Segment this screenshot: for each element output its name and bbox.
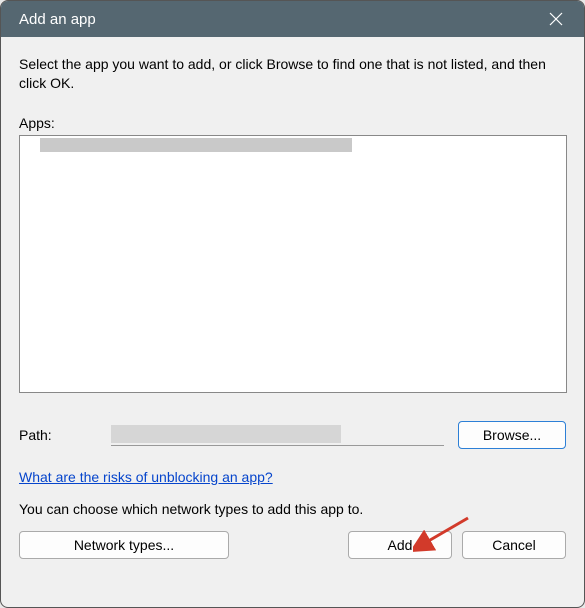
network-types-button[interactable]: Network types...	[19, 531, 229, 559]
cancel-button[interactable]: Cancel	[462, 531, 566, 559]
app-name-redacted	[40, 138, 352, 152]
instruction-text: Select the app you want to add, or click…	[19, 55, 566, 93]
dialog-title: Add an app	[19, 11, 96, 28]
close-icon	[549, 12, 563, 26]
button-row: Network types... Add Cancel	[19, 531, 566, 559]
browse-button[interactable]: Browse...	[458, 421, 566, 449]
path-label: Path:	[19, 427, 111, 443]
network-types-text: You can choose which network types to ad…	[19, 501, 566, 517]
path-value-redacted	[111, 425, 341, 443]
list-item[interactable]	[20, 136, 566, 154]
close-button[interactable]	[542, 5, 570, 33]
path-row: Path: Browse...	[19, 421, 566, 449]
risks-link[interactable]: What are the risks of unblocking an app?	[19, 469, 273, 485]
apps-label: Apps:	[19, 115, 566, 131]
path-input[interactable]	[111, 424, 444, 446]
app-icon	[22, 138, 40, 152]
add-button[interactable]: Add	[348, 531, 452, 559]
dialog-content: Select the app you want to add, or click…	[1, 37, 584, 573]
apps-listbox[interactable]	[19, 135, 567, 393]
titlebar: Add an app	[1, 1, 584, 37]
add-app-dialog: Add an app Select the app you want to ad…	[0, 0, 585, 608]
